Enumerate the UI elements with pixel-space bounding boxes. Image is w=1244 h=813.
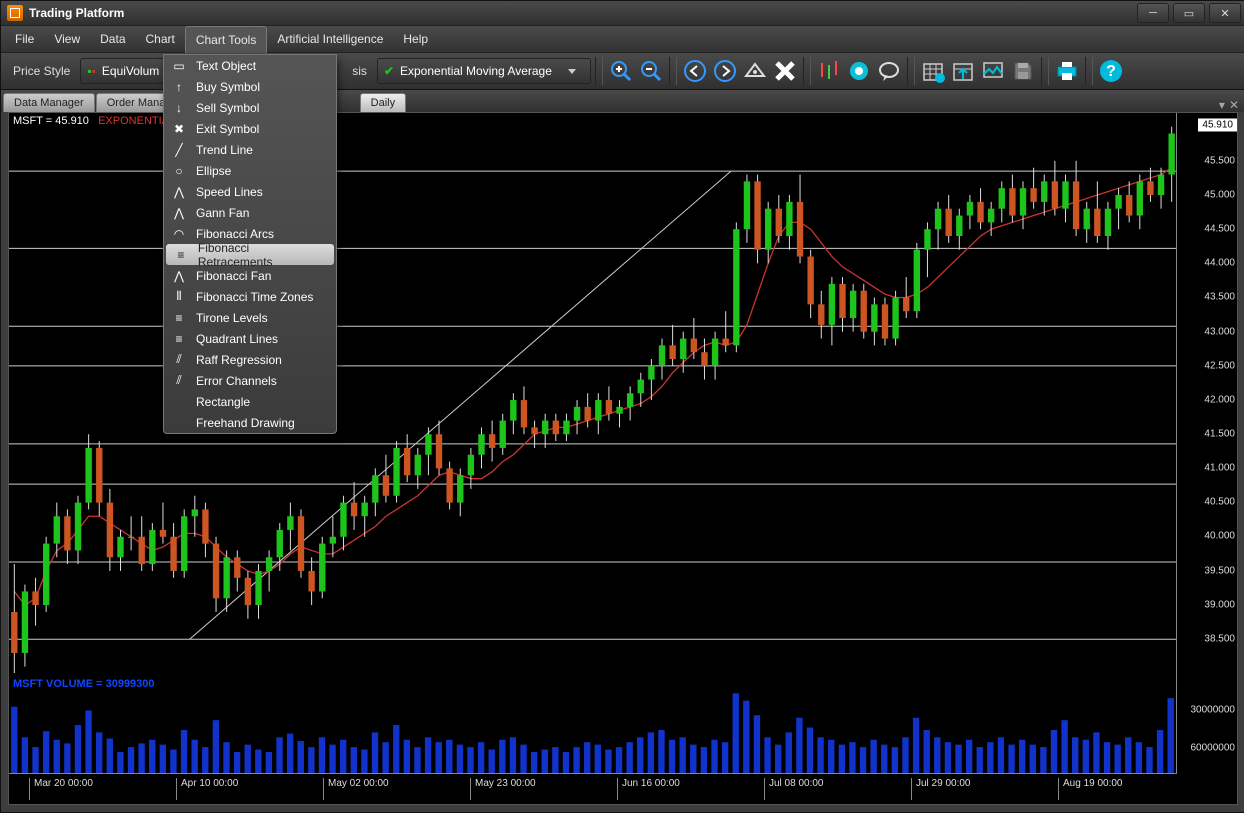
app-icon	[7, 5, 23, 21]
tool-tirone[interactable]: ≡Tirone Levels	[164, 307, 336, 328]
indicator-select[interactable]: ✔ Exponential Moving Average	[377, 58, 591, 84]
tool-buy-symbol[interactable]: ↑Buy Symbol	[164, 76, 336, 97]
tool-trend-line[interactable]: ╱Trend Line	[164, 139, 336, 160]
save-button[interactable]	[1009, 57, 1037, 85]
ta-label-suffix: sis	[344, 64, 375, 78]
tool-rectangle[interactable]: Rectangle	[164, 391, 336, 412]
tool-freehand[interactable]: Freehand Drawing	[164, 412, 336, 433]
equivolume-icon: ▪▪	[87, 64, 96, 78]
check-icon: ✔	[384, 64, 394, 78]
chart-type-button[interactable]	[815, 57, 843, 85]
menu-help[interactable]: Help	[393, 26, 438, 52]
hlines2-icon: ≡	[172, 332, 186, 346]
tab-dropdown-icon[interactable]: ▾	[1219, 98, 1225, 112]
lines-icon: ≡	[174, 248, 188, 262]
x-axis: Mar 20 00:00Apr 10 00:00May 02 00:00May …	[9, 773, 1177, 804]
zoom-out-button[interactable]	[637, 57, 665, 85]
arcs-icon: ◠	[172, 227, 186, 241]
menu-chart[interactable]: Chart	[136, 26, 185, 52]
tool-text-object[interactable]: ▭Text Object	[164, 55, 336, 76]
diag2-icon: ⫽	[172, 373, 186, 388]
tab-daily[interactable]: Daily	[360, 93, 406, 112]
calendar-button[interactable]	[919, 57, 947, 85]
price-style-select[interactable]: ▪▪ EquiVolum	[80, 58, 166, 84]
crosshair-button[interactable]	[845, 57, 873, 85]
indicator-value: Exponential Moving Average	[400, 64, 552, 78]
tool-speed-lines[interactable]: ⋀Speed Lines	[164, 181, 336, 202]
menu-chart-tools[interactable]: Chart Tools	[185, 26, 267, 53]
y-current-price: 45.910	[1198, 119, 1237, 132]
hlines-icon: ≡	[172, 311, 186, 325]
tool-fib-retracements[interactable]: ≡Fibonacci Retracements	[166, 244, 334, 265]
chevron-down-icon	[568, 69, 576, 74]
tab-close-icon[interactable]: ✕	[1229, 98, 1239, 112]
tool-fib-time[interactable]: ⦀Fibonacci Time Zones	[164, 286, 336, 307]
volume-chart[interactable]	[9, 689, 1176, 774]
menu-file[interactable]: File	[5, 26, 44, 52]
arrow-up-icon: ↑	[172, 80, 186, 94]
minimize-button[interactable]: ─	[1137, 3, 1169, 23]
price-style-value: EquiVolum	[102, 64, 159, 78]
app-window: Trading Platform ─ ▭ ✕ File View Data Ch…	[0, 0, 1244, 813]
tab-data-manager[interactable]: Data Manager	[3, 93, 95, 112]
fibfan-icon: ⋀	[172, 269, 186, 283]
tool-gann-fan[interactable]: ⋀Gann Fan	[164, 202, 336, 223]
nav-forward-button[interactable]	[711, 57, 739, 85]
menu-data[interactable]: Data	[90, 26, 135, 52]
diag-icon: ⫽	[172, 352, 186, 367]
delete-button[interactable]	[771, 57, 799, 85]
print-button[interactable]	[1053, 57, 1081, 85]
tool-raff[interactable]: ⫽Raff Regression	[164, 349, 336, 370]
reset-zoom-button[interactable]	[741, 57, 769, 85]
close-button[interactable]: ✕	[1209, 3, 1241, 23]
tool-error-channels[interactable]: ⫽Error Channels	[164, 370, 336, 391]
y-axis: 45.910 45.50045.00044.50044.00043.50043.…	[1176, 113, 1237, 774]
x-icon: ✖	[172, 122, 186, 136]
help-button[interactable]: ?	[1097, 57, 1125, 85]
line-icon: ╱	[172, 143, 186, 157]
window-title: Trading Platform	[29, 6, 1137, 20]
speed-icon: ⋀	[172, 185, 186, 199]
tool-exit-symbol[interactable]: ✖Exit Symbol	[164, 118, 336, 139]
image-button[interactable]	[979, 57, 1007, 85]
tool-ellipse[interactable]: ○Ellipse	[164, 160, 336, 181]
zoom-in-button[interactable]	[607, 57, 635, 85]
export-button[interactable]	[949, 57, 977, 85]
arrow-down-icon: ↓	[172, 101, 186, 115]
price-style-label: Price Style	[5, 64, 78, 78]
menu-ai[interactable]: Artificial Intelligence	[267, 26, 393, 52]
menu-view[interactable]: View	[44, 26, 90, 52]
tool-quadrant[interactable]: ≡Quadrant Lines	[164, 328, 336, 349]
annotation-button[interactable]	[875, 57, 903, 85]
maximize-button[interactable]: ▭	[1173, 3, 1205, 23]
svg-text:?: ?	[1106, 63, 1116, 80]
titlebar: Trading Platform ─ ▭ ✕	[1, 1, 1244, 26]
tool-sell-symbol[interactable]: ↓Sell Symbol	[164, 97, 336, 118]
nav-back-button[interactable]	[681, 57, 709, 85]
fan-icon: ⋀	[172, 206, 186, 220]
text-icon: ▭	[172, 59, 186, 73]
menubar: File View Data Chart Chart Tools Artific…	[1, 26, 1244, 53]
chart-tools-dropdown: ▭Text Object ↑Buy Symbol ↓Sell Symbol ✖E…	[163, 54, 337, 434]
ellipse-icon: ○	[172, 164, 186, 178]
vlines-icon: ⦀	[172, 289, 186, 304]
